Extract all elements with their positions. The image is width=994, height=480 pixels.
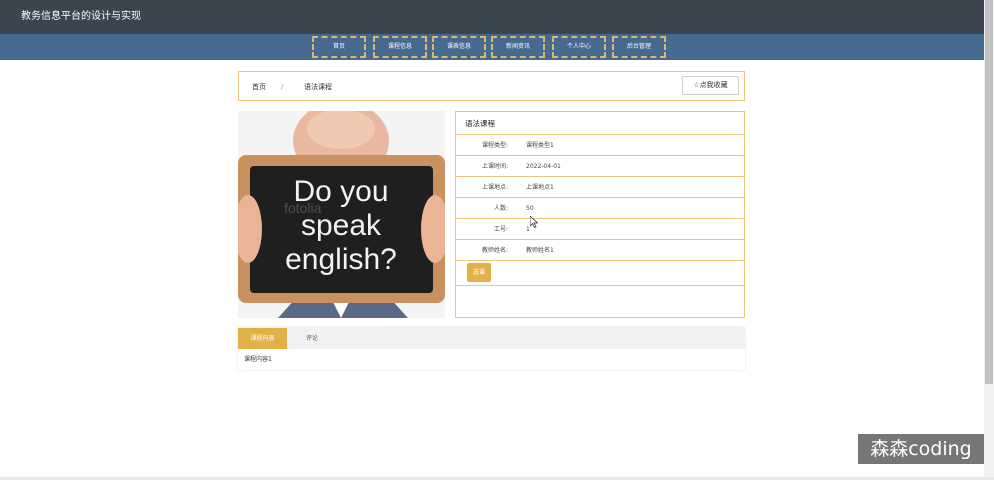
main-nav: 首页 课程信息 课表信息 新闻资讯 个人中心 后台管理 bbox=[0, 34, 984, 60]
info-row-teacher-name: 教师姓名: 教师姓名1 bbox=[456, 239, 744, 260]
info-label: 上课地点: bbox=[481, 184, 508, 191]
nav-item-news[interactable]: 新闻资讯 bbox=[491, 36, 545, 58]
course-image-illustration: fotolia Do you speak english? bbox=[238, 111, 445, 318]
info-value: 教师姓名1 bbox=[526, 247, 554, 254]
nav-item-courses[interactable]: 课程信息 bbox=[373, 36, 427, 58]
enroll-button[interactable]: 选课 bbox=[467, 263, 491, 282]
course-title: 语法课程 bbox=[465, 119, 495, 128]
mouse-cursor-icon bbox=[530, 216, 538, 228]
info-label: 教师姓名: bbox=[481, 247, 508, 254]
info-value: 课程类型1 bbox=[526, 142, 554, 149]
info-row-teacher-id: 工号: 1 bbox=[456, 218, 744, 239]
info-row-time: 上课时间: 2022-04-01 bbox=[456, 155, 744, 176]
course-image: fotolia Do you speak english? bbox=[238, 111, 445, 318]
chalkboard-line-1: Do you bbox=[293, 175, 388, 208]
tab-comments[interactable]: 评论 bbox=[292, 328, 332, 349]
info-label: 上课时间: bbox=[481, 163, 508, 170]
nav-item-home[interactable]: 首页 bbox=[312, 36, 366, 58]
info-row-actions bbox=[456, 260, 744, 285]
tab-course-content[interactable]: 课程内容 bbox=[238, 328, 287, 349]
top-header-bar: 教务信息平台的设计与实现 bbox=[0, 0, 984, 34]
info-value: 50 bbox=[526, 205, 534, 212]
breadcrumb-home-link[interactable]: 首页 bbox=[252, 82, 266, 92]
scrollbar-thumb[interactable] bbox=[985, 0, 993, 384]
nav-item-admin[interactable]: 后台管理 bbox=[612, 36, 666, 58]
video-watermark: 森森coding bbox=[858, 434, 984, 464]
nav-item-schedule[interactable]: 课表信息 bbox=[432, 36, 486, 58]
info-label: 工号: bbox=[493, 226, 508, 233]
tab-content-text: 课程内容1 bbox=[244, 356, 272, 363]
chalkboard-line-2: speak bbox=[301, 209, 382, 242]
favorite-button[interactable]: ☆点我收藏 bbox=[682, 76, 739, 95]
breadcrumb-current: 语法课程 bbox=[304, 83, 332, 91]
info-value: 2022-04-01 bbox=[526, 163, 561, 170]
info-divider bbox=[456, 285, 744, 286]
breadcrumb-separator: / bbox=[281, 83, 284, 91]
site-title: 教务信息平台的设计与实现 bbox=[21, 11, 141, 22]
nav-item-profile[interactable]: 个人中心 bbox=[552, 36, 606, 58]
chalkboard-line-3: english? bbox=[285, 243, 397, 276]
info-row-type: 课程类型: 课程类型1 bbox=[456, 134, 744, 155]
info-row-location: 上课地点: 上课地点1 bbox=[456, 176, 744, 197]
info-value: 上课地点1 bbox=[526, 184, 554, 191]
info-label: 课程类型: bbox=[481, 142, 508, 149]
info-row-count: 人数: 50 bbox=[456, 197, 744, 218]
course-info-panel: 语法课程 课程类型: 课程类型1 上课时间: 2022-04-01 上课地点: … bbox=[455, 111, 745, 318]
info-label: 人数: bbox=[493, 205, 508, 212]
